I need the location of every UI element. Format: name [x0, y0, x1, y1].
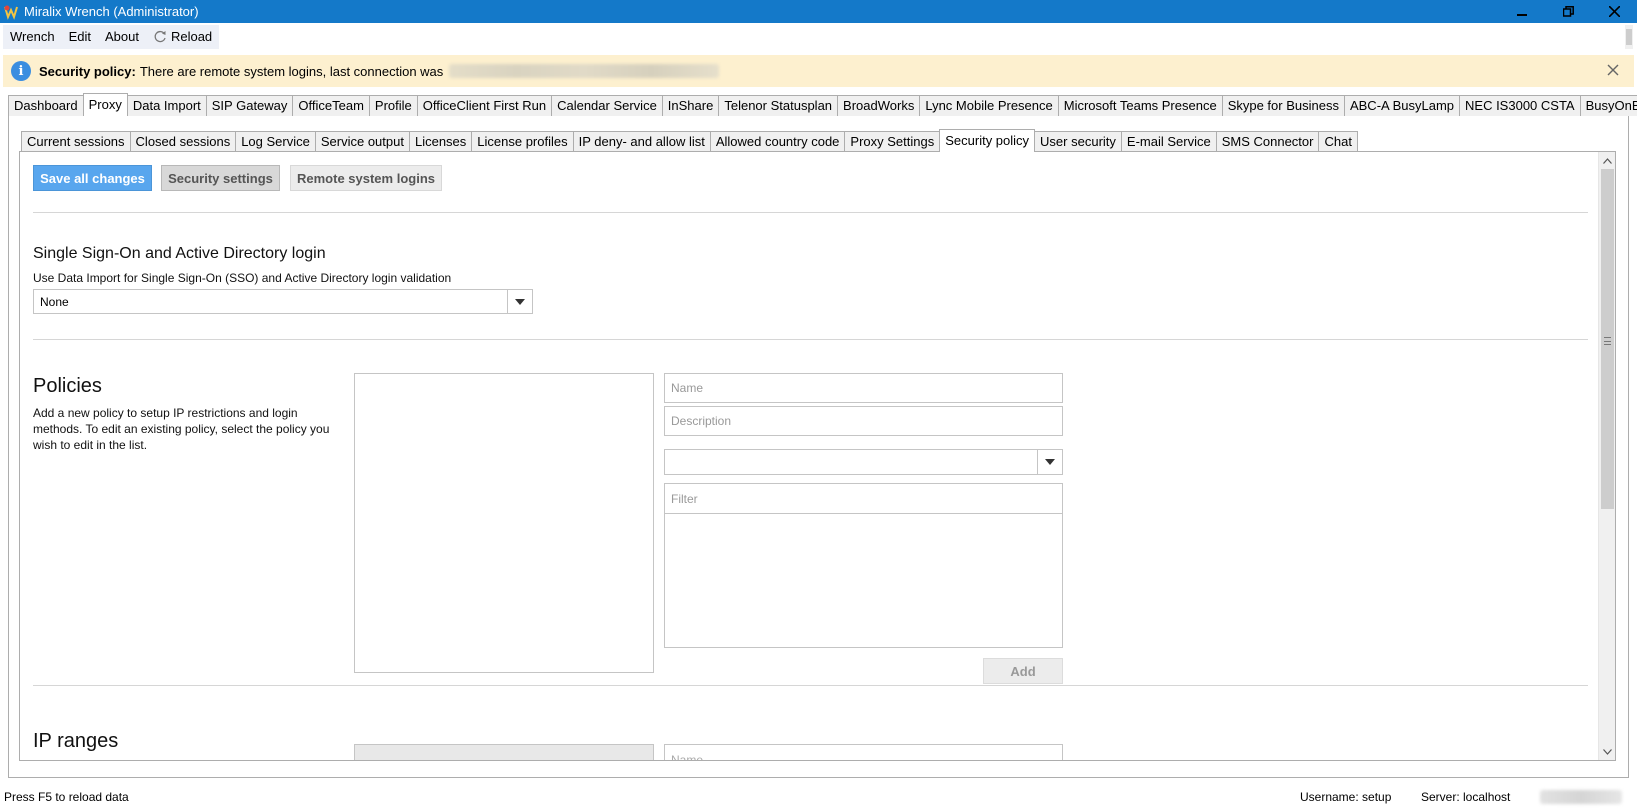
- tab-user-security[interactable]: User security: [1034, 131, 1122, 152]
- ip-range-name-field[interactable]: Name: [664, 744, 1063, 760]
- grip-icon: [1604, 337, 1611, 345]
- tab-current-sessions[interactable]: Current sessions: [21, 131, 131, 152]
- tab-busyonbusy[interactable]: BusyOnBusy: [1579, 95, 1637, 116]
- policies-description: Add a new policy to setup IP restriction…: [33, 406, 330, 452]
- tab-broadworks[interactable]: BroadWorks: [837, 95, 921, 116]
- status-username: Username: setup: [1300, 790, 1392, 804]
- status-hint: Press F5 to reload data: [4, 790, 129, 804]
- close-window-button[interactable]: [1591, 0, 1637, 23]
- remote-system-logins-button[interactable]: Remote system logins: [290, 165, 442, 191]
- title-bar: Miralix Wrench (Administrator): [0, 0, 1637, 23]
- ip-ranges-list[interactable]: [354, 744, 654, 760]
- policies-heading: Policies: [33, 375, 102, 397]
- proxy-sub-tabs: Current sessions Closed sessions Log Ser…: [21, 129, 1358, 152]
- menu-about[interactable]: About: [98, 25, 146, 49]
- tab-abc-a-busylamp[interactable]: ABC-A BusyLamp: [1343, 95, 1461, 116]
- tab-lync-mobile-presence[interactable]: Lync Mobile Presence: [919, 95, 1059, 116]
- tab-proxy[interactable]: Proxy: [82, 93, 128, 116]
- divider: [33, 212, 1588, 213]
- tab-proxy-settings[interactable]: Proxy Settings: [844, 131, 941, 152]
- reload-icon: [154, 30, 166, 43]
- banner-close-button[interactable]: [1604, 61, 1622, 79]
- menu-edit[interactable]: Edit: [62, 25, 98, 49]
- tab-licenses[interactable]: Licenses: [408, 131, 473, 152]
- policies-list[interactable]: [354, 373, 654, 673]
- reload-label: Reload: [170, 29, 213, 44]
- policy-name-field[interactable]: Name: [664, 373, 1063, 403]
- scroll-down-icon[interactable]: [1599, 743, 1615, 760]
- sso-description: Use Data Import for Single Sign-On (SSO)…: [33, 271, 452, 285]
- divider: [33, 685, 1588, 686]
- tab-officeteam[interactable]: OfficeTeam: [292, 95, 370, 116]
- policy-description-field[interactable]: Description: [664, 406, 1063, 436]
- tab-ip-deny-allow-list[interactable]: IP deny- and allow list: [572, 131, 711, 152]
- policy-type-select[interactable]: [664, 449, 1063, 475]
- status-bar: Press F5 to reload data Username: setup …: [0, 785, 1637, 809]
- tab-service-output[interactable]: Service output: [314, 131, 410, 152]
- app-logo-icon: [3, 4, 19, 20]
- panel-scrollbar[interactable]: [1598, 152, 1615, 760]
- tab-microsoft-teams-presence[interactable]: Microsoft Teams Presence: [1057, 95, 1223, 116]
- reload-button[interactable]: Reload: [146, 25, 219, 49]
- tab-telenor-statusplan[interactable]: Telenor Statusplan: [718, 95, 839, 116]
- info-icon: i: [11, 61, 31, 81]
- window-title: Miralix Wrench (Administrator): [24, 4, 199, 19]
- minimize-button[interactable]: [1499, 0, 1545, 23]
- security-settings-button[interactable]: Security settings: [161, 165, 280, 191]
- banner-title: Security policy:: [39, 63, 136, 79]
- banner-text: There are remote system logins, last con…: [139, 63, 444, 79]
- restore-button[interactable]: [1545, 0, 1591, 23]
- tab-calendar-service[interactable]: Calendar Service: [551, 95, 663, 116]
- tab-dashboard[interactable]: Dashboard: [8, 95, 84, 116]
- tab-profile[interactable]: Profile: [368, 95, 418, 116]
- menu-wrench[interactable]: Wrench: [3, 25, 62, 49]
- tab-inshare[interactable]: InShare: [661, 95, 720, 116]
- tab-chat[interactable]: Chat: [1318, 131, 1358, 152]
- sso-selected-value: None: [40, 294, 69, 309]
- tab-closed-sessions[interactable]: Closed sessions: [129, 131, 237, 152]
- sso-data-import-select[interactable]: None: [33, 289, 533, 314]
- close-icon: [1607, 64, 1619, 76]
- sso-heading: Single Sign-On and Active Directory logi…: [33, 245, 326, 262]
- add-policy-button[interactable]: Add: [983, 658, 1063, 684]
- tab-allowed-country-code[interactable]: Allowed country code: [709, 131, 846, 152]
- tab-email-service[interactable]: E-mail Service: [1120, 131, 1217, 152]
- tab-license-profiles[interactable]: License profiles: [471, 131, 574, 152]
- redacted-version-info: [1540, 790, 1622, 804]
- menu-scrollbar[interactable]: [1624, 25, 1634, 49]
- tab-skype-for-business[interactable]: Skype for Business: [1221, 95, 1345, 116]
- tab-sms-connector[interactable]: SMS Connector: [1215, 131, 1320, 152]
- tab-security-policy[interactable]: Security policy: [939, 129, 1036, 152]
- minimize-icon: [1517, 13, 1527, 16]
- status-server: Server: localhost: [1421, 790, 1511, 804]
- chevron-down-icon: [507, 290, 532, 313]
- main-tabs: Dashboard Proxy Data Import SIP Gateway …: [8, 93, 1637, 116]
- policy-filter-list[interactable]: Filter: [664, 483, 1063, 648]
- divider: [33, 339, 1588, 340]
- security-policy-panel: Save all changes Security settings Remot…: [19, 151, 1616, 761]
- scroll-up-icon[interactable]: [1599, 152, 1615, 169]
- redacted-connection-info: [449, 64, 720, 78]
- tab-officeclient-first-run[interactable]: OfficeClient First Run: [416, 95, 553, 116]
- restore-icon: [1562, 6, 1574, 17]
- scrollbar-thumb[interactable]: [1601, 169, 1614, 509]
- tab-data-import[interactable]: Data Import: [126, 95, 207, 116]
- chevron-down-icon: [1037, 450, 1062, 474]
- close-icon: [1608, 6, 1620, 17]
- tab-sip-gateway[interactable]: SIP Gateway: [205, 95, 294, 116]
- policy-filter-input[interactable]: Filter: [665, 484, 1062, 514]
- tab-nec-is3000-csta[interactable]: NEC IS3000 CSTA: [1459, 95, 1581, 116]
- ip-ranges-heading: IP ranges: [33, 730, 119, 752]
- security-policy-banner: i Security policy: There are remote syst…: [3, 55, 1634, 87]
- menu-bar: Wrench Edit About Reload: [3, 25, 220, 49]
- tab-log-service[interactable]: Log Service: [235, 131, 316, 152]
- save-all-changes-button[interactable]: Save all changes: [33, 165, 152, 191]
